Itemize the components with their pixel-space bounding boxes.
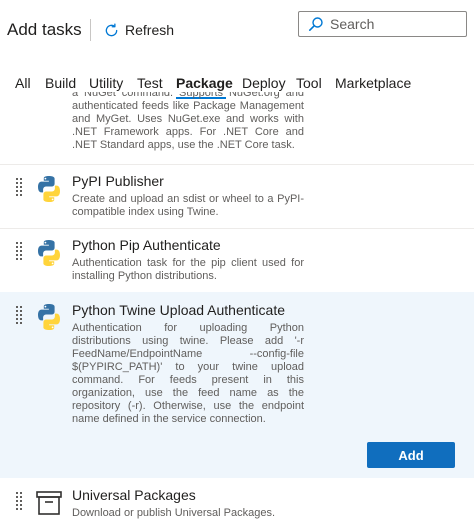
tab-tool[interactable]: Tool	[296, 75, 322, 91]
refresh-button[interactable]: Refresh	[104, 19, 174, 41]
package-box-icon	[36, 491, 62, 515]
tab-deploy[interactable]: Deploy	[242, 75, 286, 91]
search-input[interactable]	[330, 16, 460, 32]
search-icon	[308, 17, 323, 31]
refresh-icon	[105, 22, 118, 36]
tab-marketplace[interactable]: Marketplace	[335, 75, 411, 91]
list-divider	[0, 228, 474, 229]
task-item-nuget[interactable]: a NuGet command. Supports NuGet.org and …	[0, 92, 474, 157]
header-divider	[90, 19, 91, 41]
tab-all[interactable]: All	[15, 75, 31, 91]
task-name: PyPI Publisher	[72, 173, 164, 189]
drag-handle-icon[interactable]	[16, 306, 22, 326]
search-box[interactable]	[298, 11, 467, 37]
task-description: Authentication task for the pip client u…	[72, 257, 304, 282]
task-description: Download or publish Universal Packages.	[72, 507, 275, 519]
task-name: Python Twine Upload Authenticate	[72, 302, 286, 318]
task-description: Authentication for uploading Python dist…	[72, 322, 304, 425]
task-description: Create and upload an sdist or wheel to a…	[72, 193, 304, 218]
python-icon	[38, 240, 60, 266]
task-item-pip-authenticate[interactable]: Python Pip Authenticate Authentication t…	[0, 234, 474, 294]
task-name: Python Pip Authenticate	[72, 237, 221, 253]
list-divider	[0, 164, 474, 165]
python-icon	[38, 304, 60, 330]
drag-handle-icon[interactable]	[16, 492, 22, 512]
tab-build[interactable]: Build	[45, 75, 76, 91]
task-item-universal-packages[interactable]: Universal Packages Download or publish U…	[0, 484, 474, 526]
task-list[interactable]: a NuGet command. Supports NuGet.org and …	[0, 92, 474, 526]
refresh-label: Refresh	[125, 22, 175, 38]
drag-handle-icon[interactable]	[16, 242, 22, 262]
task-item-pypi-publisher[interactable]: PyPI Publisher Create and upload an sdis…	[0, 170, 474, 232]
task-description: a NuGet command. Supports NuGet.org and …	[72, 92, 304, 151]
page-title: Add tasks	[7, 20, 82, 39]
add-task-button[interactable]: Add	[367, 442, 455, 468]
tab-package[interactable]: Package	[176, 75, 233, 91]
drag-handle-icon[interactable]	[16, 178, 22, 198]
header: Add tasks Refresh	[0, 0, 474, 60]
tab-test[interactable]: Test	[137, 75, 163, 91]
tab-utility[interactable]: Utility	[89, 75, 123, 91]
task-name: Universal Packages	[72, 487, 196, 503]
python-icon	[38, 176, 60, 202]
task-item-twine-authenticate[interactable]: Python Twine Upload Authenticate Authent…	[0, 292, 474, 478]
